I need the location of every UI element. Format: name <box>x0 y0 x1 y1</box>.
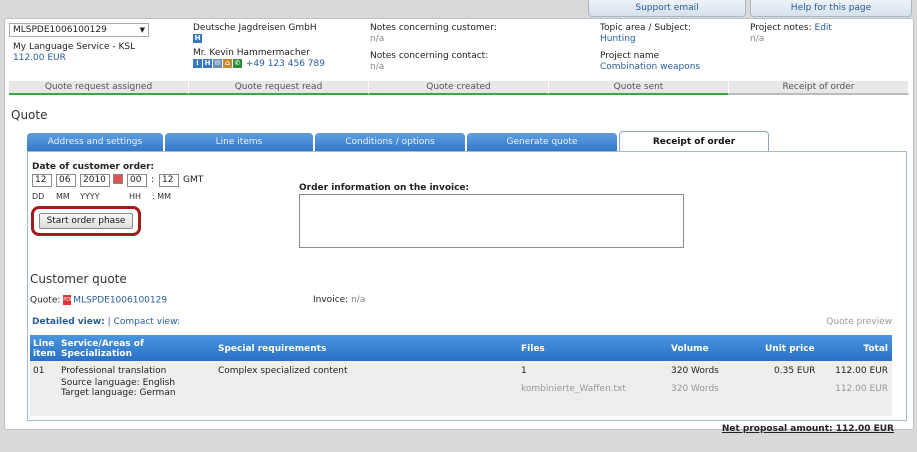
start-order-phase-button[interactable]: Start order phase <box>39 213 133 229</box>
tab-receipt-of-order[interactable]: Receipt of order <box>619 131 769 151</box>
project-notes-value: n/a <box>750 34 765 44</box>
row-unit-price: 0.35 EUR <box>774 366 816 376</box>
row-total-file: 112.00 EUR <box>835 384 888 394</box>
topic-value: Hunting <box>600 34 636 44</box>
month-input[interactable]: 06 <box>56 174 76 187</box>
invoice-info-textarea[interactable] <box>299 194 684 248</box>
row-special: Complex specialized content <box>218 366 348 376</box>
row-service: Professional translation <box>61 366 167 376</box>
customer-badge-icon[interactable]: H <box>193 34 202 43</box>
phone-number[interactable]: +49 123 456 789 <box>246 59 325 69</box>
col-service: Service/Areas of Specialization <box>61 339 144 359</box>
order-date-label: Date of customer order: <box>32 162 155 172</box>
timezone-label: GMT <box>183 175 204 185</box>
row-total: 112.00 EUR <box>835 366 888 376</box>
row-target-lang: Target language: German <box>61 388 176 398</box>
contact-name: Mr. Kevin Hammermacher <box>193 48 310 58</box>
progress-step: Quote created <box>369 81 549 95</box>
tab-generate-quote[interactable]: Generate quote <box>467 133 617 151</box>
help-button[interactable]: Help for this page <box>750 0 912 17</box>
col-total: Total <box>863 344 888 354</box>
notes-contact-label: Notes concerning contact: <box>370 51 489 61</box>
project-notes-edit-link[interactable]: Edit <box>815 23 832 33</box>
progress-step: Quote request read <box>189 81 369 95</box>
view-separator: | <box>107 317 111 327</box>
table-row: 01 Professional translation Source langu… <box>30 361 892 416</box>
badge-h-icon[interactable]: H <box>203 59 212 68</box>
notes-customer-label: Notes concerning customer: <box>370 23 497 33</box>
time-separator: : <box>151 175 155 185</box>
year-input[interactable]: 2010 <box>80 174 110 187</box>
col-special: Special requirements <box>218 344 327 354</box>
quote-amount: 112.00 EUR <box>13 53 66 63</box>
progress-step: Quote request assigned <box>9 81 189 95</box>
quote-label: Quote: <box>30 295 61 306</box>
hour-input[interactable]: 00 <box>127 174 147 187</box>
project-id: MLSPDE1006100129 <box>13 25 107 35</box>
col-line-item: Line item <box>33 339 56 359</box>
page-title: Quote <box>11 108 48 122</box>
row-volume: 320 Words <box>671 366 719 376</box>
col-unit-price: Unit price <box>765 344 815 354</box>
tab-conditions-options[interactable]: Conditions / options <box>315 133 465 151</box>
row-files-count: 1 <box>521 366 527 376</box>
quote-preview-link[interactable]: Quote preview <box>826 317 892 327</box>
main-frame: MLSPDE1006100129 ▼ My Language Service -… <box>4 18 914 434</box>
col-volume: Volume <box>671 344 709 354</box>
row-line: 01 <box>33 366 45 376</box>
invoice-value: n/a <box>351 295 366 305</box>
receipt-panel: Date of customer order: 12 06 2010 00 : … <box>27 151 907 434</box>
compact-view-link[interactable]: Compact view: <box>114 317 180 327</box>
row-volume-file: 320 Words <box>671 384 719 394</box>
invoice-label: Invoice: <box>313 295 349 305</box>
dd-label: DD <box>32 192 45 201</box>
notes-contact-value: n/a <box>370 62 385 72</box>
minute-format-label: : MM <box>152 192 172 201</box>
day-input[interactable]: 12 <box>32 174 52 187</box>
minute-input[interactable]: 12 <box>159 174 179 187</box>
tab-address-settings[interactable]: Address and settings <box>27 133 163 151</box>
chevron-down-icon: ▼ <box>139 26 145 34</box>
row-file-name[interactable]: kombinierte_Waffen.txt <box>521 384 626 395</box>
progress-step: Quote sent <box>549 81 729 95</box>
project-header: MLSPDE1006100129 ▼ My Language Service -… <box>5 19 913 81</box>
info-icon[interactable]: i <box>193 59 202 68</box>
customer-quote-title: Customer quote <box>30 272 127 286</box>
home-icon[interactable]: ⌂ <box>223 59 232 68</box>
detailed-view-link[interactable]: Detailed view: <box>32 317 105 327</box>
project-name-value: Combination weapons <box>600 62 701 72</box>
pdf-icon: PDF <box>63 295 74 305</box>
company-name: My Language Service - KSL <box>13 42 136 52</box>
project-name-label: Project name <box>600 51 660 61</box>
hh-label: HH <box>129 192 142 201</box>
tab-line-items[interactable]: Line items <box>165 133 313 151</box>
phone-icon[interactable]: ✆ <box>233 59 242 68</box>
support-email-button[interactable]: Support email <box>588 0 746 17</box>
mail-icon[interactable]: ✉ <box>213 59 222 68</box>
mm-label: MM <box>56 192 70 201</box>
project-notes-label: Project notes: <box>750 23 812 33</box>
notes-customer-value: n/a <box>370 34 385 44</box>
col-files: Files <box>521 344 545 354</box>
table-header: Line item Service/Areas of Specializatio… <box>30 335 892 361</box>
start-order-highlight: Start order phase <box>31 206 141 236</box>
progress-step: Receipt of order <box>729 81 909 95</box>
project-select[interactable]: MLSPDE1006100129 ▼ <box>9 23 149 37</box>
customer-name: Deutsche Jagdreisen GmbH <box>193 23 317 33</box>
yyyy-label: YYYY <box>80 192 100 201</box>
calendar-icon[interactable] <box>113 174 123 184</box>
status-progress: Quote request assigned Quote request rea… <box>9 81 909 95</box>
net-proposal-amount: Net proposal amount: 112.00 EUR <box>721 424 894 434</box>
quote-file-link[interactable]: MLSPDE1006100129 <box>73 296 167 306</box>
invoice-info-label: Order information on the invoice: <box>299 183 470 193</box>
topic-label: Topic area / Subject: <box>600 23 691 33</box>
